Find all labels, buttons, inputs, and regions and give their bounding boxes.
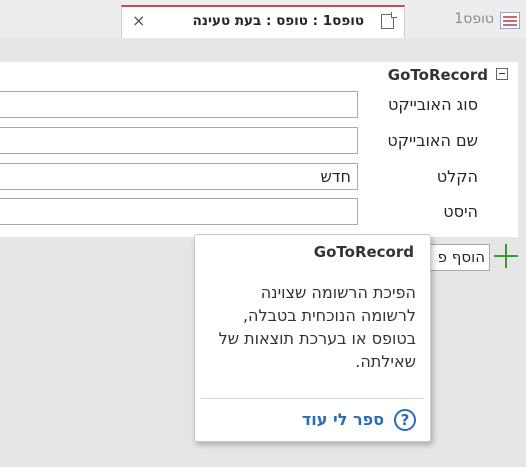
collapse-icon[interactable] [496, 68, 508, 80]
argument-label-object-name: שם האובייקט [387, 131, 478, 150]
tell-me-more-link[interactable]: ? ספר לי עוד [286, 409, 416, 435]
argument-label-offset: היסט [443, 202, 478, 221]
tab-form1-on-load[interactable]: × טופס1 : טופס : בעת טעינה [121, 5, 405, 38]
action-name: GoToRecord [387, 66, 488, 84]
argument-label-record: הקלט [436, 167, 478, 186]
argument-label-object-type: סוג האובייקט [387, 95, 478, 114]
divider [201, 398, 424, 399]
form-icon [381, 12, 397, 29]
tell-me-more-label: ספר לי עוד [301, 410, 384, 429]
tooltip-description: הפיכת הרשומה שצוינה לרשומה הנוכחית בטבלה… [218, 283, 416, 371]
record-field[interactable]: חדש [0, 163, 358, 190]
object-name-field[interactable] [0, 127, 358, 154]
macro-action-header: GoToRecord [378, 66, 508, 86]
tooltip-title: GoToRecord [313, 243, 414, 261]
plus-icon[interactable] [494, 244, 518, 268]
tab-title: טופס1 : טופס : בעת טעינה [192, 13, 364, 29]
tab-form1[interactable]: טופס1 [405, 5, 526, 38]
macro-action-block[interactable]: GoToRecord סוג האובייקט שם האובייקט הקלט… [0, 62, 518, 237]
object-type-field[interactable] [0, 91, 358, 118]
datasheet-icon [500, 12, 520, 29]
offset-field[interactable] [0, 198, 358, 225]
document-tab-bar: × טופס1 : טופס : בעת טעינה טופס1 [0, 0, 526, 38]
close-icon[interactable]: × [132, 11, 145, 30]
help-tooltip: GoToRecord הפיכת הרשומה שצוינה לרשומה הנ… [194, 234, 431, 442]
tab-title: טופס1 [454, 11, 494, 27]
help-circle-icon: ? [394, 409, 416, 431]
